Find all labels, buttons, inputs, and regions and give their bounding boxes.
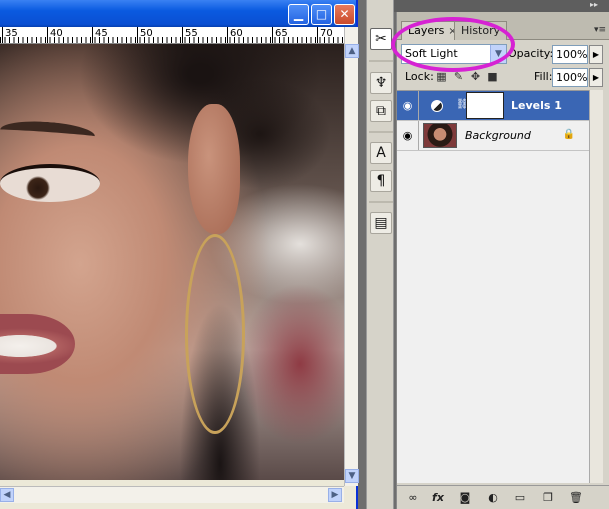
layer-row-levels[interactable]: ◉ ⛓ Levels 1 xyxy=(397,91,589,121)
dock-header: ◂◂ ▸▸ xyxy=(366,0,609,12)
ruler-number: 70 xyxy=(320,28,333,39)
dock-separator xyxy=(369,131,393,133)
close-button[interactable]: ✕ xyxy=(334,4,355,25)
notes-icon[interactable]: ▤ xyxy=(370,212,392,234)
new-group-icon[interactable]: ▭ xyxy=(512,490,528,506)
ruler-number: 50 xyxy=(140,28,153,39)
fill-slider-button[interactable]: ▶ xyxy=(589,68,603,87)
horizontal-ruler: 35 40 45 50 55 60 65 70 xyxy=(0,27,344,44)
ruler-major-tick xyxy=(137,27,138,43)
new-layer-icon[interactable]: ❐ xyxy=(540,490,556,506)
new-adjustment-icon[interactable]: ◐ xyxy=(485,490,501,506)
layers-scrollbar[interactable] xyxy=(589,90,603,483)
scroll-left-button[interactable]: ◀ xyxy=(0,488,14,502)
ruler-number: 55 xyxy=(185,28,198,39)
arrow-left-icon: ◀ xyxy=(3,490,11,500)
layer-name[interactable]: Background xyxy=(465,129,531,142)
photo-smile xyxy=(0,314,75,374)
arrow-down-icon: ▼ xyxy=(348,471,356,481)
layer-name[interactable]: Levels 1 xyxy=(511,99,562,112)
ruler-major-tick xyxy=(47,27,48,43)
character-icon[interactable]: A xyxy=(370,142,392,164)
document-titlebar[interactable]: ▁ □ ✕ xyxy=(0,0,356,27)
panel-menu-icon[interactable]: ▾≡ xyxy=(594,25,606,35)
scroll-right-button[interactable]: ▶ xyxy=(328,488,342,502)
ruler-number: 40 xyxy=(50,28,63,39)
panel-icon-dock: ✂ ♆ ⧉ A ¶ ▤ xyxy=(366,0,394,509)
maximize-icon: □ xyxy=(315,7,328,21)
tab-layers-label: Layers xyxy=(408,24,445,37)
eye-icon[interactable]: ◉ xyxy=(397,121,419,150)
opacity-input[interactable]: 100% xyxy=(552,45,588,64)
minimize-button[interactable]: ▁ xyxy=(288,4,309,25)
photoshop-workspace: ▁ □ ✕ 35 40 45 50 55 60 65 70 ▲ ▼ ◀ ▶ ▸▸… xyxy=(0,0,609,509)
minimize-icon: ▁ xyxy=(293,7,304,21)
lock-all-icon[interactable]: ■ xyxy=(486,70,499,83)
tab-history-label: History xyxy=(461,24,501,37)
ruler-major-tick xyxy=(92,27,93,43)
layer-row-background[interactable]: ◉ Background 🔒 xyxy=(397,121,589,151)
maximize-button[interactable]: □ xyxy=(311,4,332,25)
opacity-slider-button[interactable]: ▶ xyxy=(589,45,603,64)
tab-history[interactable]: History xyxy=(454,21,508,40)
photo-ear xyxy=(188,104,240,234)
document-window: ▁ □ ✕ 35 40 45 50 55 60 65 70 ▲ ▼ ◀ ▶ xyxy=(0,0,359,509)
ruler-number: 45 xyxy=(95,28,108,39)
eye-icon[interactable]: ◉ xyxy=(397,91,419,120)
lock-position-icon[interactable]: ✥ xyxy=(469,70,482,83)
photo-hoop-earring xyxy=(185,234,245,434)
lock-pixels-icon[interactable]: ✎ xyxy=(452,70,465,83)
trash-icon[interactable]: 🗑 xyxy=(568,490,584,506)
blend-mode-select[interactable]: Soft Light ▼ xyxy=(401,44,507,64)
ruler-number: 60 xyxy=(230,28,243,39)
layers-panel: Layers × History ▾≡ Soft Light ▼ Opacity:… xyxy=(396,12,609,509)
lock-icon: 🔒 xyxy=(562,129,575,140)
arrow-right-icon: ▶ xyxy=(331,490,339,500)
expand-dock-icon[interactable]: ▸▸ xyxy=(590,0,598,9)
blend-mode-value: Soft Light xyxy=(405,47,458,60)
arrow-up-icon: ▲ xyxy=(348,46,356,56)
layer-thumbnail xyxy=(423,123,457,148)
panel-tabs: Layers × History ▾≡ xyxy=(397,12,609,40)
image-canvas[interactable] xyxy=(0,44,344,480)
brush-icon[interactable]: ♆ xyxy=(370,72,392,94)
add-mask-icon[interactable]: ◙ xyxy=(457,490,473,506)
layer-style-icon[interactable]: fx xyxy=(430,490,446,506)
fill-label: Fill: xyxy=(534,70,553,83)
chevron-down-icon[interactable]: ▼ xyxy=(490,45,506,63)
ruler-major-tick xyxy=(227,27,228,43)
arrow-right-icon: ▶ xyxy=(592,73,600,82)
horizontal-scrollbar[interactable]: ◀ ▶ xyxy=(0,486,344,503)
ruler-number: 65 xyxy=(275,28,288,39)
opacity-label: Opacity: xyxy=(508,47,554,60)
adjustment-layer-icon xyxy=(431,100,443,112)
layer-mask-thumbnail[interactable] xyxy=(466,92,504,119)
ruler-major-tick xyxy=(182,27,183,43)
lock-label: Lock: xyxy=(405,70,434,83)
lock-transparency-icon[interactable]: ▦ xyxy=(435,70,448,83)
dock-separator xyxy=(369,60,393,62)
layer-list: ◉ ⛓ Levels 1 ◉ Background 🔒 xyxy=(397,90,589,483)
scroll-up-button[interactable]: ▲ xyxy=(345,44,359,58)
clone-source-icon[interactable]: ⧉ xyxy=(370,100,392,122)
ruler-major-tick xyxy=(317,27,318,43)
layers-bottom-toolbar: ∞ fx ◙ ◐ ▭ ❐ 🗑 xyxy=(397,485,609,509)
link-layers-icon[interactable]: ∞ xyxy=(405,490,421,506)
scroll-down-button[interactable]: ▼ xyxy=(345,469,359,483)
ruler-number: 35 xyxy=(5,28,18,39)
fill-input[interactable]: 100% xyxy=(552,68,588,87)
paragraph-icon[interactable]: ¶ xyxy=(370,170,392,192)
ruler-major-tick xyxy=(272,27,273,43)
photo-eyebrow xyxy=(0,118,96,148)
dock-separator xyxy=(369,201,393,203)
ruler-major-tick xyxy=(2,27,3,43)
tools-icon[interactable]: ✂ xyxy=(370,28,392,50)
close-icon: ✕ xyxy=(339,7,350,21)
arrow-right-icon: ▶ xyxy=(592,50,600,59)
vertical-scrollbar[interactable]: ▲ ▼ xyxy=(344,27,359,486)
photo-eye xyxy=(0,164,100,202)
